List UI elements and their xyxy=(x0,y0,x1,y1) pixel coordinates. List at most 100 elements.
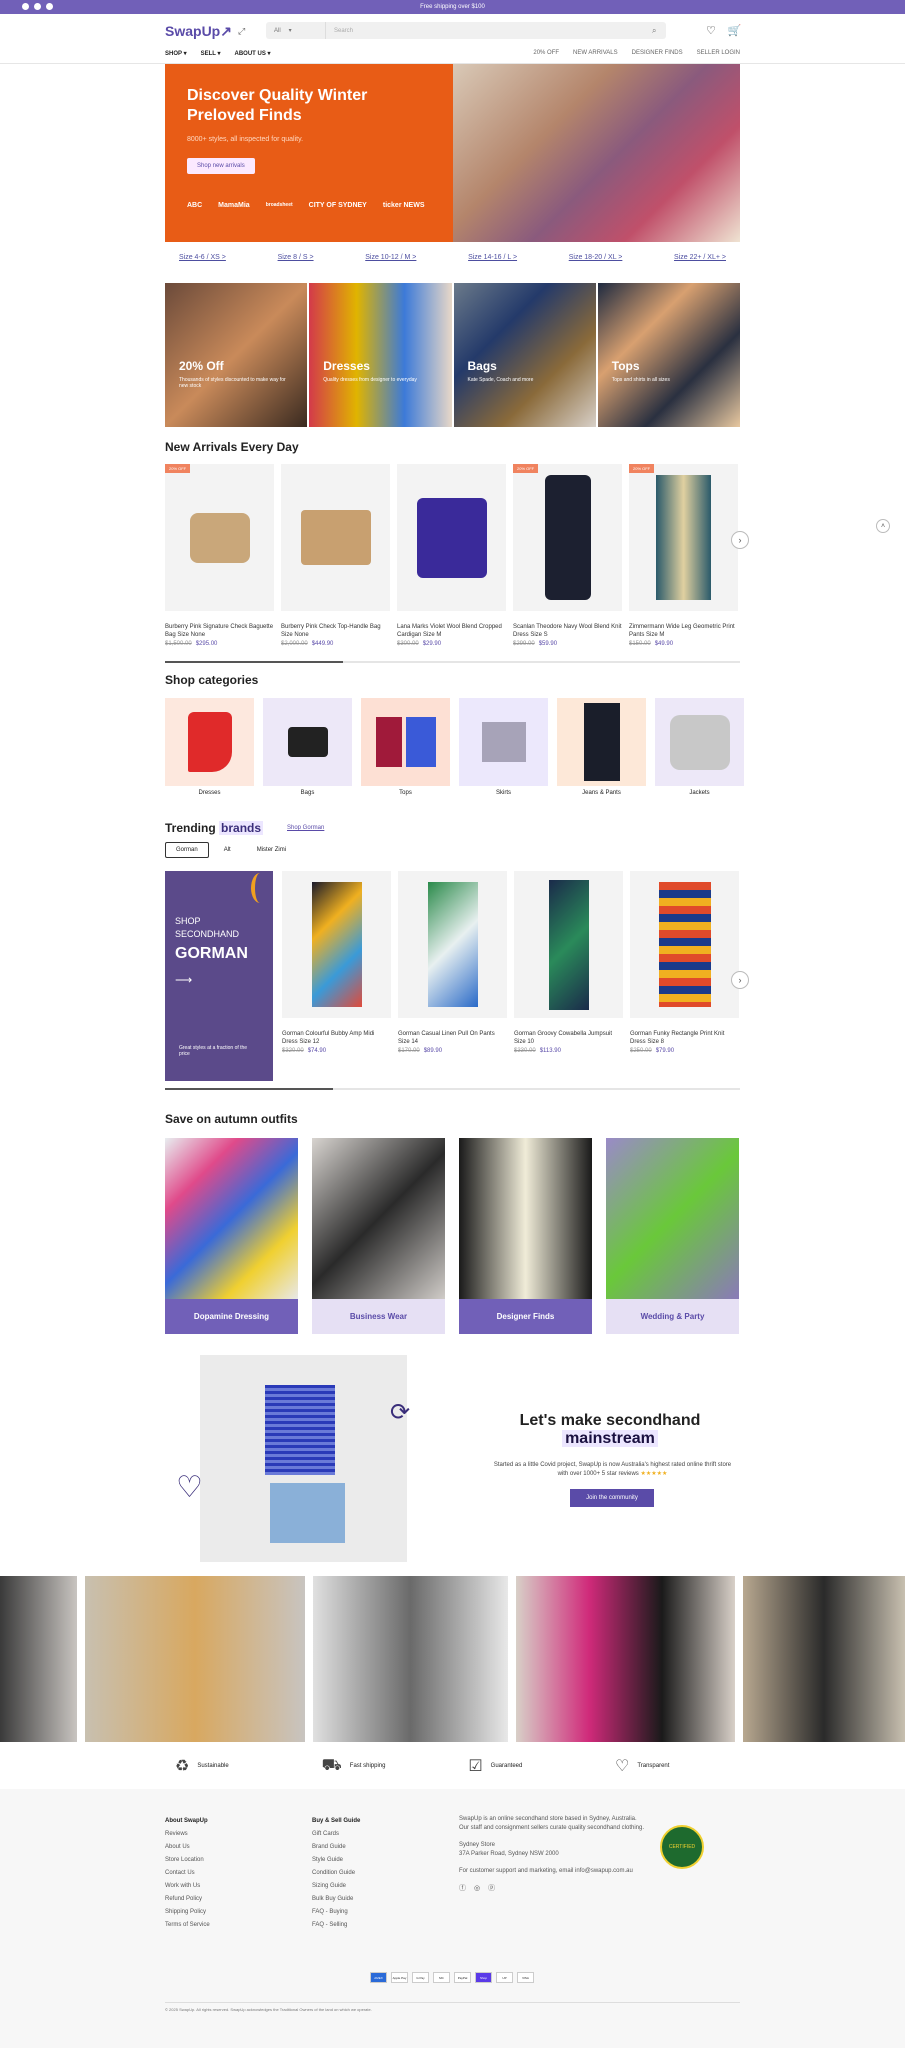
tab-mister-zimi[interactable]: Mister Zimi xyxy=(246,842,297,858)
ugc-photo[interactable] xyxy=(85,1576,306,1742)
tile-tops[interactable]: Tops Tops and shirts in all sizes xyxy=(597,283,740,427)
ugc-photo[interactable] xyxy=(515,1576,736,1742)
carousel-next-button[interactable]: › xyxy=(731,531,749,549)
outfit-dopamine[interactable]: Dopamine Dressing xyxy=(165,1138,298,1334)
footer-link[interactable]: Store Location xyxy=(165,1854,210,1867)
product-card[interactable]: Gorman Funky Rectangle Print Knit Dress … xyxy=(630,871,739,1054)
footer-link[interactable]: Terms of Service xyxy=(165,1919,210,1932)
footer-col-guide: Buy & Sell Guide Gift Cards Brand Guide … xyxy=(312,1815,360,1932)
wishlist-icon[interactable]: ♡ xyxy=(706,24,716,37)
google-pay-icon: G Pay xyxy=(412,1972,429,1983)
footer-link[interactable]: Gift Cards xyxy=(312,1828,360,1841)
pinterest-icon[interactable]: ⓟ xyxy=(488,1884,495,1893)
tab-alt[interactable]: Alt xyxy=(213,842,242,858)
footer-link[interactable]: Style Guide xyxy=(312,1854,360,1867)
tile-bags[interactable]: Bags Kate Spade, Coach and more xyxy=(453,283,596,427)
join-community-button[interactable]: Join the community xyxy=(570,1489,654,1507)
size-link[interactable]: Size 22+ / XL+ > xyxy=(674,254,726,261)
cart-icon[interactable]: 🛒 xyxy=(728,24,742,37)
product-price: $299.00 $59.90 xyxy=(513,641,558,647)
outfit-wedding[interactable]: Wedding & Party xyxy=(606,1138,739,1334)
instagram-icon[interactable] xyxy=(34,3,41,10)
category-dresses[interactable]: Dresses xyxy=(165,698,254,796)
size-link[interactable]: Size 14-16 / L > xyxy=(468,254,517,261)
carousel-next-button[interactable]: › xyxy=(731,971,749,989)
search-bar[interactable]: All ▾ Search ⌕ xyxy=(266,22,666,39)
nav-shop[interactable]: SHOP ▾ xyxy=(165,50,187,57)
hero-cta-button[interactable]: Shop new arrivals xyxy=(187,158,255,174)
tile-desc: Tops and shirts in all sizes xyxy=(611,377,670,383)
footer-link[interactable]: FAQ - Buying xyxy=(312,1906,360,1919)
outfit-tiles: Dopamine Dressing Business Wear Designer… xyxy=(165,1138,740,1334)
footer-link[interactable]: Shipping Policy xyxy=(165,1906,210,1919)
address-label: Sydney Store xyxy=(459,1842,496,1848)
payment-icons: AMEX Apple Pay G Pay MC PayPal Shop UP V… xyxy=(370,1972,534,1983)
footer-link[interactable]: About Us xyxy=(165,1841,210,1854)
outfit-business[interactable]: Business Wear xyxy=(312,1138,445,1334)
search-icon[interactable]: ⌕ xyxy=(652,26,666,36)
footer-link[interactable]: FAQ - Selling xyxy=(312,1919,360,1932)
size-link[interactable]: Size 18-20 / XL > xyxy=(569,254,623,261)
instagram-icon[interactable]: ◎ xyxy=(474,1884,480,1893)
size-link[interactable]: Size 10-12 / M > xyxy=(365,254,416,261)
tile-dresses[interactable]: Dresses Quality dresses from designer to… xyxy=(309,283,452,427)
category-skirts[interactable]: Skirts xyxy=(459,698,548,796)
footer-link[interactable]: Brand Guide xyxy=(312,1841,360,1854)
footer-link[interactable]: Refund Policy xyxy=(165,1893,210,1906)
product-card[interactable]: Burberry Pink Check Top-Handle Bag Size … xyxy=(281,464,390,647)
product-card[interactable]: 20% OFF Burberry Pink Signature Check Ba… xyxy=(165,464,274,647)
carousel-scrollbar[interactable] xyxy=(165,661,740,663)
sale-badge: 20% OFF xyxy=(513,464,539,473)
tile-title: Dresses xyxy=(323,359,370,373)
product-card[interactable]: Gorman Groovy Cowabella Jumpsuit Size 10… xyxy=(514,871,623,1054)
product-card[interactable]: Gorman Casual Linen Pull On Pants Size 1… xyxy=(398,871,507,1054)
tab-gorman[interactable]: Gorman xyxy=(165,842,209,858)
nav-sale[interactable]: 20% OFF xyxy=(533,50,559,56)
nav-seller-login[interactable]: SELLER LOGIN xyxy=(697,50,740,56)
facebook-icon[interactable] xyxy=(22,3,29,10)
category-jeans[interactable]: Jeans & Pants xyxy=(557,698,646,796)
tile-sale[interactable]: 20% Off Thousands of styles discounted t… xyxy=(165,283,308,427)
nav-sell[interactable]: SELL ▾ xyxy=(201,50,221,57)
back-to-top-button[interactable]: ˄ xyxy=(876,519,890,533)
nav-designer-finds[interactable]: DESIGNER FINDS xyxy=(632,50,683,56)
promo-brand: GORMAN xyxy=(175,945,248,962)
pinterest-icon[interactable] xyxy=(46,3,53,10)
product-card[interactable]: 20% OFF Scanlan Theodore Navy Wool Blend… xyxy=(513,464,622,647)
email-line: For customer support and marketing, emai… xyxy=(459,1868,633,1874)
footer-link[interactable]: Bulk Buy Guide xyxy=(312,1893,360,1906)
arrow-right-icon: ⟶ xyxy=(175,973,193,987)
category-tops[interactable]: Tops xyxy=(361,698,450,796)
nav-new-arrivals[interactable]: NEW ARRIVALS xyxy=(573,50,618,56)
product-card[interactable]: Gorman Colourful Bubby Amp Midi Dress Si… xyxy=(282,871,391,1054)
site-header: SwapUp↗ ⤢ All ▾ Search ⌕ ♡ 🛒 SHOP ▾ SELL … xyxy=(0,14,905,64)
category-bags[interactable]: Bags xyxy=(263,698,352,796)
footer-link[interactable]: Sizing Guide xyxy=(312,1880,360,1893)
shop-brand-link[interactable]: Shop Gorman xyxy=(287,825,324,831)
hero-subtitle: 8000+ styles, all inspected for quality. xyxy=(187,136,304,143)
size-link[interactable]: Size 4-6 / XS > xyxy=(179,254,226,261)
footer-link[interactable]: Reviews xyxy=(165,1828,210,1841)
outfit-designer[interactable]: Designer Finds xyxy=(459,1138,592,1334)
product-price: $150.00 $49.90 xyxy=(629,641,674,647)
product-name: Scanlan Theodore Navy Wool Blend Knit Dr… xyxy=(513,624,622,638)
footer-link[interactable]: Work with Us xyxy=(165,1880,210,1893)
product-card[interactable]: Lana Marks Violet Wool Blend Cropped Car… xyxy=(397,464,506,647)
ugc-photo[interactable] xyxy=(743,1576,905,1742)
footer-link[interactable]: Condition Guide xyxy=(312,1867,360,1880)
search-category-select[interactable]: All ▾ xyxy=(266,22,326,39)
search-input[interactable]: Search xyxy=(326,28,652,34)
product-card[interactable]: 20% OFF Zimmermann Wide Leg Geometric Pr… xyxy=(629,464,738,647)
brand-promo-card[interactable]: SHOP SECONDHAND GORMAN ⟶ Great styles at … xyxy=(165,871,273,1081)
visa-icon: VISA xyxy=(517,1972,534,1983)
logo[interactable]: SwapUp↗ xyxy=(165,23,232,40)
footer-link[interactable]: Contact Us xyxy=(165,1867,210,1880)
size-link[interactable]: Size 8 / S > xyxy=(278,254,314,261)
expand-icon[interactable]: ⤢ xyxy=(238,26,245,37)
category-jackets[interactable]: Jackets xyxy=(655,698,744,796)
ugc-photo[interactable] xyxy=(0,1576,78,1742)
ugc-photo[interactable] xyxy=(313,1576,508,1742)
carousel-scrollbar[interactable] xyxy=(165,1088,740,1090)
facebook-icon[interactable]: ⓕ xyxy=(459,1884,466,1893)
nav-about[interactable]: ABOUT US ▾ xyxy=(235,50,271,57)
